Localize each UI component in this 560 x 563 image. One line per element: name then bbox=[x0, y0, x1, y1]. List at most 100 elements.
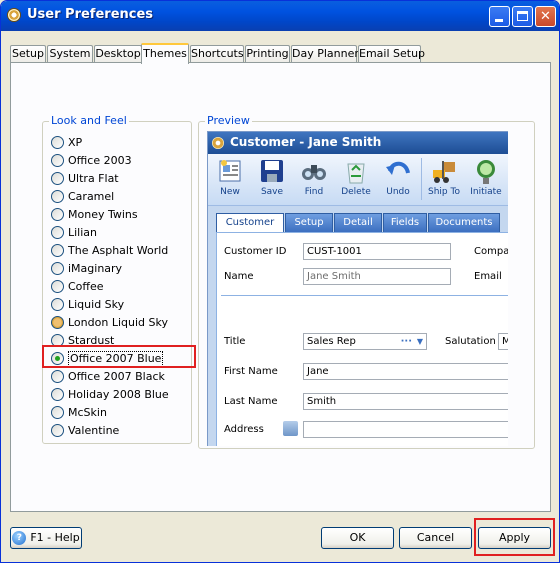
new-button: New bbox=[210, 157, 250, 197]
find-button: Find bbox=[294, 157, 334, 197]
help-button[interactable]: ? F1 - Help bbox=[10, 527, 82, 549]
theme-option-label: Stardust bbox=[68, 334, 115, 347]
dropdown-arrow-icon: ▼ bbox=[416, 337, 423, 346]
preview-window-title: Customer - Jane Smith bbox=[230, 135, 382, 149]
theme-option-label: Money Twins bbox=[68, 208, 138, 221]
theme-option-label: McSkin bbox=[68, 406, 107, 419]
undo-button: Undo bbox=[378, 157, 418, 197]
preview-tab-customer: Customer bbox=[216, 213, 284, 233]
title-label: Title bbox=[224, 336, 246, 347]
email-label: Email bbox=[474, 271, 502, 282]
radio-button[interactable] bbox=[51, 208, 64, 221]
radio-button[interactable] bbox=[51, 298, 64, 311]
find-label: Find bbox=[304, 187, 324, 197]
customer-id-field: CUST-1001 bbox=[303, 243, 451, 260]
new-label: New bbox=[220, 187, 240, 197]
theme-option-label: XP bbox=[68, 136, 83, 149]
preview-tab-fields: Fields bbox=[383, 213, 427, 232]
theme-option-label: Office 2007 Black bbox=[68, 370, 165, 383]
tab-shortcuts[interactable]: Shortcuts bbox=[190, 45, 244, 63]
first-name-label: First Name bbox=[224, 366, 278, 377]
cancel-button[interactable]: Cancel bbox=[399, 527, 472, 549]
preview-title: Preview bbox=[205, 114, 252, 127]
theme-option-label: Lilian bbox=[68, 226, 98, 239]
tab-printing[interactable]: Printing bbox=[245, 45, 290, 63]
form-divider bbox=[221, 295, 508, 296]
minimize-icon bbox=[495, 19, 503, 22]
binoculars-icon bbox=[302, 165, 326, 180]
tab-themes[interactable]: Themes bbox=[141, 43, 189, 64]
window-title: User Preferences bbox=[27, 7, 154, 22]
tab-setup[interactable]: Setup bbox=[10, 45, 46, 63]
preview-toolbar: New Save Find Delete Undo Ship To Initia… bbox=[208, 154, 508, 206]
toolbar-separator bbox=[421, 158, 422, 200]
theme-option-label: Valentine bbox=[68, 424, 120, 437]
last-name-label: Last Name bbox=[224, 396, 278, 407]
tab-system[interactable]: System bbox=[47, 45, 93, 63]
title-field: Sales Rep ··· ▼ bbox=[303, 333, 427, 350]
recycle-bin-icon bbox=[347, 163, 365, 184]
tab-email-setup[interactable]: Email Setup bbox=[358, 45, 425, 63]
ship-to-button: Ship To bbox=[424, 157, 464, 197]
preview-group: Preview Customer - Jane Smith New Save F… bbox=[198, 114, 535, 449]
radio-button[interactable] bbox=[51, 352, 64, 365]
radio-button[interactable] bbox=[51, 334, 64, 347]
customer-id-label: Customer ID bbox=[224, 246, 287, 257]
radio-button[interactable] bbox=[51, 370, 64, 383]
close-button[interactable]: ✕ bbox=[535, 6, 556, 27]
maximize-button[interactable] bbox=[512, 6, 533, 27]
theme-option-label: Holiday 2008 Blue bbox=[68, 388, 169, 401]
address-field bbox=[303, 421, 508, 438]
preview-title-bar: Customer - Jane Smith bbox=[208, 132, 508, 154]
ok-button[interactable]: OK bbox=[321, 527, 394, 549]
help-label: F1 - Help bbox=[30, 531, 80, 544]
minimize-button[interactable] bbox=[489, 6, 510, 27]
save-button: Save bbox=[252, 157, 292, 197]
radio-button[interactable] bbox=[51, 190, 64, 203]
app-icon bbox=[7, 8, 21, 22]
look-and-feel-group: Look and Feel XP Office 2003 Ultra Flat Car… bbox=[42, 114, 192, 444]
radio-button[interactable] bbox=[51, 406, 64, 419]
preview-tab-setup: Setup bbox=[285, 213, 333, 232]
undo-label: Undo bbox=[386, 187, 410, 197]
radio-button[interactable] bbox=[51, 136, 64, 149]
preview-app-icon bbox=[212, 137, 224, 149]
radio-button[interactable] bbox=[51, 226, 64, 239]
address-label: Address bbox=[224, 424, 264, 435]
theme-option-label: Office 2007 Blue bbox=[68, 351, 164, 367]
address-lookup-icon bbox=[283, 421, 298, 436]
themes-panel: Look and Feel XP Office 2003 Ultra Flat Car… bbox=[10, 62, 551, 512]
name-field: Jane Smith bbox=[303, 268, 451, 285]
traffic-light-icon bbox=[477, 160, 495, 184]
look-and-feel-title: Look and Feel bbox=[49, 114, 129, 127]
tab-desktop[interactable]: Desktop bbox=[94, 45, 142, 63]
undo-icon bbox=[386, 161, 410, 175]
tab-day-planner[interactable]: Day Planner bbox=[291, 45, 359, 63]
initiate-label: Initiate bbox=[470, 187, 502, 197]
theme-option-label: Ultra Flat bbox=[68, 172, 119, 185]
new-icon bbox=[219, 160, 241, 182]
preview-tab-detail: Detail bbox=[334, 213, 382, 232]
theme-option-label: London Liquid Sky bbox=[68, 316, 168, 329]
radio-button[interactable] bbox=[51, 244, 64, 257]
radio-button[interactable] bbox=[51, 424, 64, 437]
name-label: Name bbox=[224, 271, 254, 282]
help-icon: ? bbox=[12, 531, 27, 545]
radio-button[interactable] bbox=[51, 388, 64, 401]
radio-button[interactable] bbox=[51, 172, 64, 185]
forklift-icon bbox=[433, 161, 455, 183]
more-icon: ··· bbox=[400, 336, 412, 347]
radio-button[interactable] bbox=[51, 154, 64, 167]
title-bar[interactable]: User Preferences ✕ bbox=[1, 1, 559, 31]
theme-option-label: Coffee bbox=[68, 280, 104, 293]
close-icon: ✕ bbox=[540, 9, 551, 24]
radio-button[interactable] bbox=[51, 316, 64, 329]
radio-button[interactable] bbox=[51, 280, 64, 293]
save-icon bbox=[261, 160, 283, 182]
preview-tab-documents: Documents bbox=[428, 213, 500, 232]
maximize-icon bbox=[517, 11, 528, 21]
title-value: Sales Rep bbox=[307, 336, 356, 347]
apply-button[interactable]: Apply bbox=[478, 527, 551, 549]
radio-button[interactable] bbox=[51, 262, 64, 275]
first-name-field: Jane bbox=[303, 363, 508, 380]
